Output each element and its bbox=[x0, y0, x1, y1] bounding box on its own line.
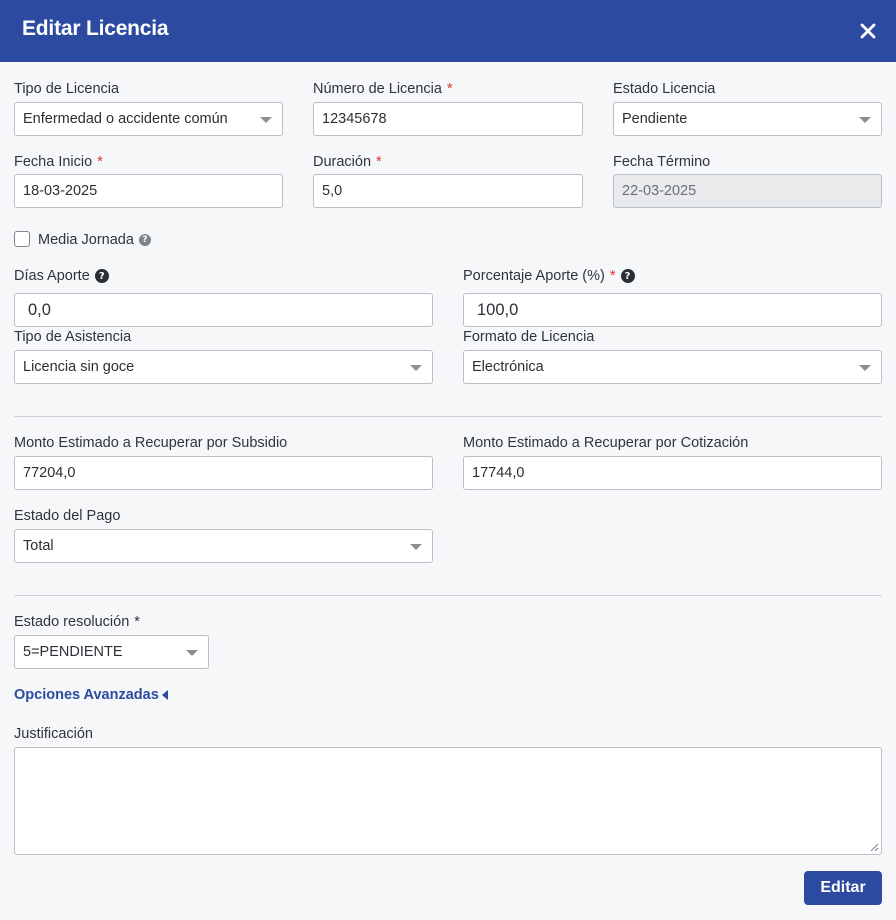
section-divider bbox=[14, 416, 882, 417]
estado-pago-label: Estado del Pago bbox=[14, 508, 121, 524]
fecha-termino-label: Fecha Término bbox=[613, 154, 711, 170]
tipo-asistencia-label: Tipo de Asistencia bbox=[14, 329, 132, 345]
chevron-down-icon bbox=[859, 117, 871, 123]
formato-licencia-value: Electrónica bbox=[472, 359, 544, 375]
required-mark: * bbox=[609, 268, 616, 284]
media-jornada-label: Media Jornada ? bbox=[38, 232, 151, 248]
fecha-inicio-input[interactable]: 18-03-2025 bbox=[14, 174, 283, 208]
justificacion-label: Justificación bbox=[14, 726, 93, 742]
opciones-avanzadas-label: Opciones Avanzadas bbox=[14, 687, 159, 703]
numero-licencia-value: 12345678 bbox=[322, 111, 387, 127]
chevron-down-icon bbox=[410, 365, 422, 371]
formato-licencia-select[interactable]: Electrónica bbox=[463, 350, 882, 384]
duracion-value: 5,0 bbox=[322, 183, 343, 199]
chevron-down-icon bbox=[410, 544, 422, 550]
duracion-label: Duración * bbox=[313, 154, 382, 170]
tipo-asistencia-value: Licencia sin goce bbox=[23, 359, 135, 375]
chevron-down-icon bbox=[186, 650, 198, 656]
tipo-licencia-value: Enfermedad o accidente común bbox=[23, 111, 228, 127]
fecha-inicio-label: Fecha Inicio * bbox=[14, 154, 103, 170]
caret-left-icon bbox=[161, 690, 168, 700]
estado-licencia-value: Pendiente bbox=[622, 111, 688, 127]
editar-button[interactable]: Editar bbox=[804, 871, 882, 905]
required-mark: * bbox=[97, 154, 103, 170]
estado-resolucion-select[interactable]: 5=PENDIENTE bbox=[14, 635, 209, 669]
required-mark: * bbox=[134, 614, 140, 630]
estado-resolucion-label: Estado resolución * bbox=[14, 614, 140, 630]
dialog-title: Editar Licencia bbox=[22, 17, 169, 40]
tipo-licencia-label: Tipo de Licencia bbox=[14, 81, 120, 97]
dias-aporte-value: 0,0 bbox=[28, 300, 51, 319]
estado-licencia-label: Estado Licencia bbox=[613, 81, 716, 97]
porcentaje-aporte-label: Porcentaje Aporte (%) * ? bbox=[463, 268, 635, 284]
required-mark: * bbox=[376, 154, 382, 170]
estado-pago-select[interactable]: Total bbox=[14, 529, 433, 563]
numero-licencia-input[interactable]: 12345678 bbox=[313, 102, 583, 136]
monto-subsidio-label: Monto Estimado a Recuperar por Subsidio bbox=[14, 435, 288, 451]
fecha-inicio-value: 18-03-2025 bbox=[23, 183, 98, 199]
duracion-input[interactable]: 5,0 bbox=[313, 174, 583, 208]
help-icon[interactable]: ? bbox=[138, 234, 151, 246]
dialog-header: Editar Licencia bbox=[0, 0, 896, 62]
monto-cotizacion-label: Monto Estimado a Recuperar por Cotizació… bbox=[463, 435, 749, 451]
dias-aporte-label: Días Aporte ? bbox=[14, 268, 109, 284]
monto-subsidio-input[interactable]: 77204,0 bbox=[14, 456, 433, 490]
porcentaje-aporte-value: 100,0 bbox=[477, 300, 519, 319]
dias-aporte-input[interactable]: 0,0 bbox=[14, 293, 433, 327]
estado-licencia-select[interactable]: Pendiente bbox=[613, 102, 882, 136]
help-icon[interactable]: ? bbox=[620, 269, 635, 283]
media-jornada-checkbox[interactable] bbox=[14, 231, 30, 247]
numero-licencia-label: Número de Licencia * bbox=[313, 81, 453, 97]
justificacion-textarea[interactable] bbox=[14, 747, 882, 855]
opciones-avanzadas-toggle[interactable]: Opciones Avanzadas bbox=[14, 687, 168, 703]
fecha-termino-input: 22-03-2025 bbox=[613, 174, 882, 208]
chevron-down-icon bbox=[859, 365, 871, 371]
formato-licencia-label: Formato de Licencia bbox=[463, 329, 595, 345]
monto-subsidio-value: 77204,0 bbox=[23, 465, 76, 481]
porcentaje-aporte-input[interactable]: 100,0 bbox=[463, 293, 882, 327]
estado-pago-value: Total bbox=[23, 538, 54, 554]
help-icon[interactable]: ? bbox=[94, 269, 109, 283]
chevron-down-icon bbox=[260, 117, 272, 123]
monto-cotizacion-input[interactable]: 17744,0 bbox=[463, 456, 882, 490]
tipo-licencia-select[interactable]: Enfermedad o accidente común bbox=[14, 102, 283, 136]
fecha-termino-value: 22-03-2025 bbox=[622, 183, 697, 199]
monto-cotizacion-value: 17744,0 bbox=[472, 465, 525, 481]
close-icon[interactable] bbox=[854, 17, 882, 45]
estado-resolucion-value: 5=PENDIENTE bbox=[23, 644, 123, 660]
section-divider bbox=[14, 595, 882, 596]
required-mark: * bbox=[446, 81, 453, 97]
tipo-asistencia-select[interactable]: Licencia sin goce bbox=[14, 350, 433, 384]
resize-grip-icon[interactable] bbox=[870, 843, 879, 852]
